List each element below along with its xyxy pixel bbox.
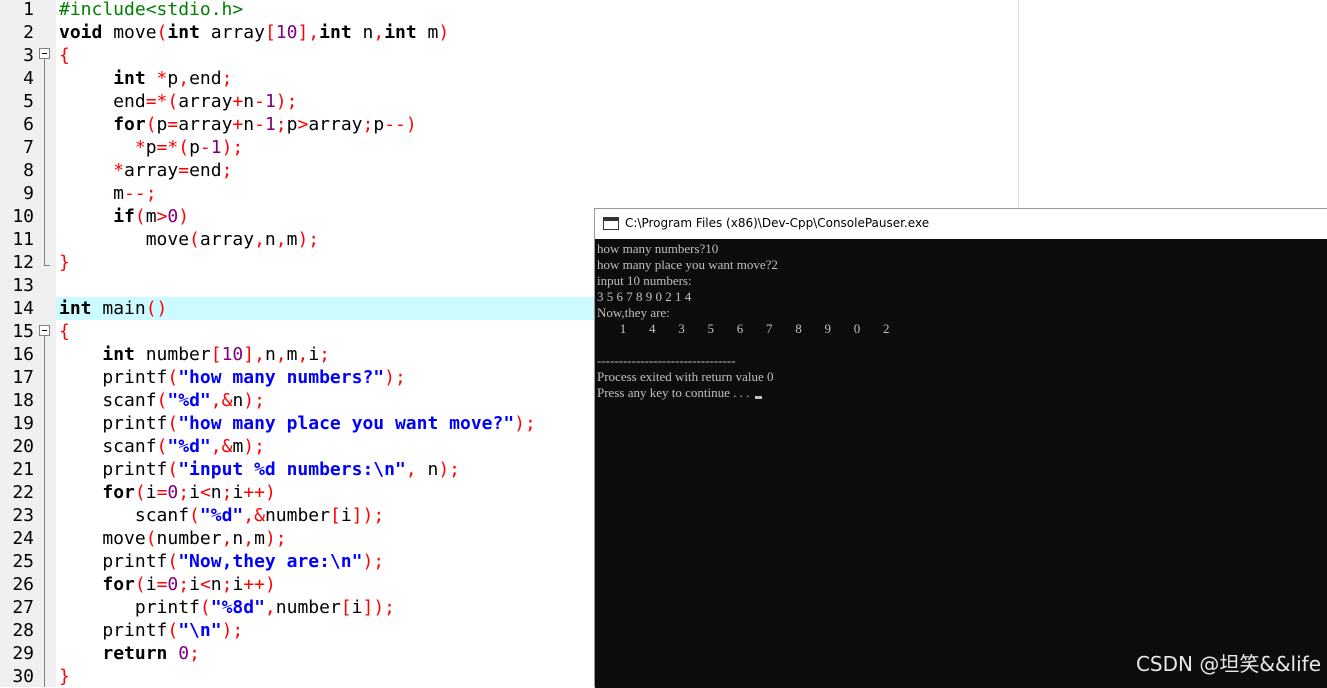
- line-number: 14: [12, 298, 34, 319]
- console-line: how many numbers?10: [597, 241, 719, 256]
- line-number: 23: [12, 505, 34, 526]
- code-line[interactable]: m--;: [59, 182, 156, 205]
- console-line: 3 5 6 7 8 9 0 2 1 4: [597, 289, 692, 304]
- console-line: 1 4 3 5 6 7 8 9 0 2: [597, 321, 890, 336]
- code-line[interactable]: return 0;: [59, 642, 200, 665]
- code-line[interactable]: void move(int array[10],int n,int m): [59, 21, 449, 44]
- line-number: 2: [23, 22, 34, 43]
- line-number: 12: [12, 252, 34, 273]
- line-number: 11: [12, 229, 34, 250]
- code-line[interactable]: end=*(array+n-1);: [59, 90, 297, 113]
- console-app-icon: [603, 217, 619, 230]
- console-line: Process exited with return value 0: [597, 369, 774, 384]
- console-window[interactable]: C:\Program Files (x86)\Dev-Cpp\ConsolePa…: [594, 208, 1327, 688]
- code-line[interactable]: printf("how many numbers?");: [59, 366, 405, 389]
- line-number: 4: [23, 68, 34, 89]
- code-line[interactable]: printf("input %d numbers:\n", n);: [59, 458, 460, 481]
- line-number: 25: [12, 551, 34, 572]
- code-line[interactable]: move(array,n,m);: [59, 228, 319, 251]
- code-line[interactable]: scanf("%d",&n);: [59, 389, 265, 412]
- line-number: 3: [23, 45, 34, 66]
- code-line[interactable]: *p=*(p-1);: [59, 136, 243, 159]
- code-line[interactable]: int *p,end;: [59, 67, 232, 90]
- code-line[interactable]: printf("Now,they are:\n");: [59, 550, 384, 573]
- code-line[interactable]: if(m>0): [59, 205, 189, 228]
- fold-guide: [44, 59, 45, 265]
- line-number: 18: [12, 390, 34, 411]
- code-line[interactable]: #include<stdio.h>: [59, 0, 243, 21]
- line-number: 1: [23, 0, 34, 20]
- line-number: 24: [12, 528, 34, 549]
- code-line[interactable]: printf("\n");: [59, 619, 243, 642]
- line-number: 10: [12, 206, 34, 227]
- line-number: 9: [23, 183, 34, 204]
- line-number: 26: [12, 574, 34, 595]
- line-number: 8: [23, 160, 34, 181]
- console-title: C:\Program Files (x86)\Dev-Cpp\ConsolePa…: [625, 216, 930, 230]
- console-line: how many place you want move?2: [597, 257, 778, 272]
- fold-end-marker: [44, 265, 50, 266]
- code-line[interactable]: int number[10],n,m,i;: [59, 343, 330, 366]
- line-number: 28: [12, 620, 34, 641]
- code-line[interactable]: printf("%8d",number[i]);: [59, 596, 395, 619]
- code-line[interactable]: {: [59, 320, 70, 343]
- line-number: 17: [12, 367, 34, 388]
- line-number: 19: [12, 413, 34, 434]
- code-line[interactable]: *array=end;: [59, 159, 232, 182]
- fold-toggle-icon[interactable]: [39, 48, 50, 59]
- line-number: 13: [12, 275, 34, 296]
- code-line[interactable]: }: [59, 665, 70, 688]
- code-line[interactable]: move(number,n,m);: [59, 527, 286, 550]
- console-line: Now,they are:: [597, 305, 670, 320]
- code-line[interactable]: printf("how many place you want move?");: [59, 412, 536, 435]
- line-number: 29: [12, 643, 34, 664]
- code-line[interactable]: int main(): [59, 297, 167, 320]
- line-number: 5: [23, 91, 34, 112]
- code-line[interactable]: for(i=0;i<n;i++): [59, 481, 275, 504]
- line-number: 21: [12, 459, 34, 480]
- code-line[interactable]: {: [59, 44, 70, 67]
- line-number: 7: [23, 137, 34, 158]
- line-number: 15: [12, 321, 34, 342]
- console-output[interactable]: how many numbers?10 how many place you wa…: [595, 239, 1327, 688]
- text-cursor-icon: [754, 396, 762, 399]
- console-line: --------------------------------: [597, 353, 736, 368]
- code-line[interactable]: scanf("%d",&number[i]);: [59, 504, 384, 527]
- line-number: 22: [12, 482, 34, 503]
- line-number: 6: [23, 114, 34, 135]
- code-line[interactable]: scanf("%d",&m);: [59, 435, 265, 458]
- line-number: 27: [12, 597, 34, 618]
- line-number: 16: [12, 344, 34, 365]
- console-title-bar[interactable]: C:\Program Files (x86)\Dev-Cpp\ConsolePa…: [595, 209, 1327, 239]
- fold-guide: [44, 336, 45, 687]
- code-line[interactable]: for(p=array+n-1;p>array;p--): [59, 113, 417, 136]
- fold-toggle-icon[interactable]: [39, 325, 50, 336]
- code-line[interactable]: }: [59, 251, 70, 274]
- line-number: 30: [12, 666, 34, 687]
- watermark: CSDN @坦笑&&life: [1135, 652, 1321, 676]
- fold-margin: [36, 0, 56, 687]
- console-line: input 10 numbers:: [597, 273, 692, 288]
- line-number: 20: [12, 436, 34, 457]
- console-line: Press any key to continue . . .: [597, 385, 762, 401]
- code-line[interactable]: for(i=0;i<n;i++): [59, 573, 275, 596]
